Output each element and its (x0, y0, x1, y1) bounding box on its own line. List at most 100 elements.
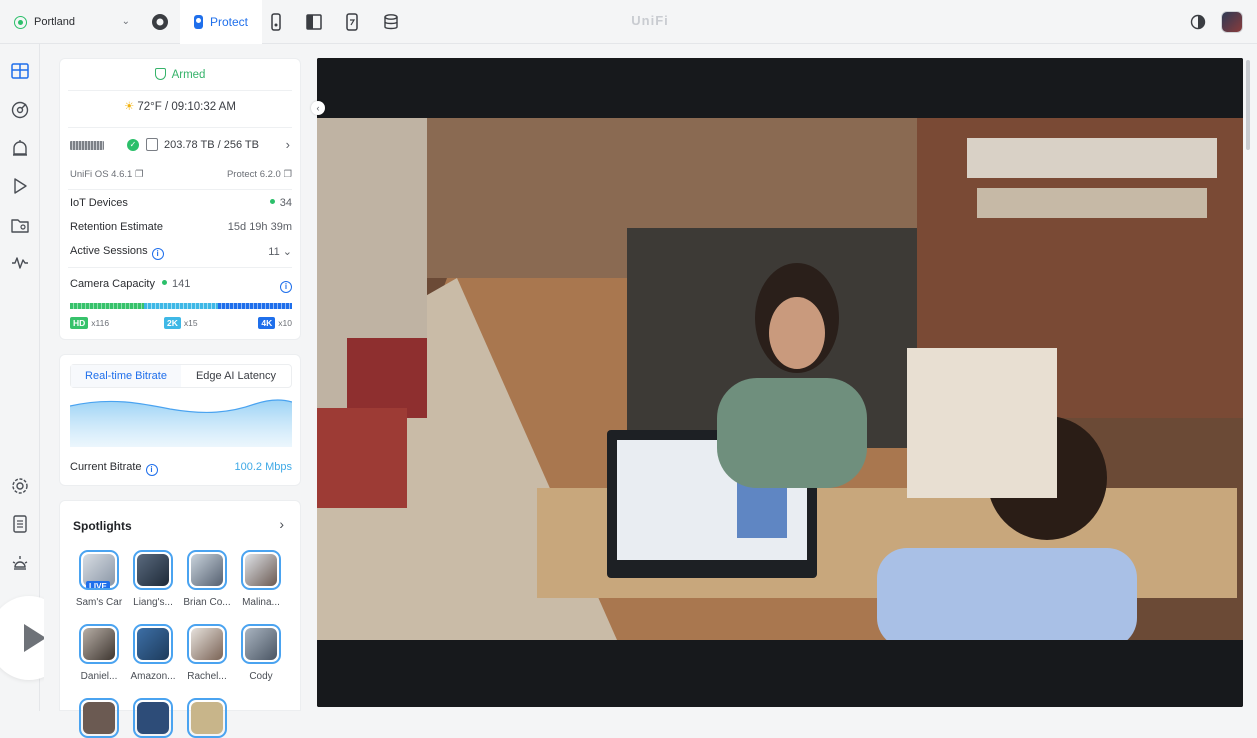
store-scene-image (317, 58, 1243, 707)
spotlight-thumb[interactable] (133, 624, 173, 664)
light-icon[interactable] (9, 552, 31, 574)
hd-badge: HD (70, 317, 89, 329)
spotlight-thumb[interactable] (79, 624, 119, 664)
info-icon[interactable]: i (151, 248, 164, 260)
spotlight-label: Cody (249, 671, 273, 682)
weather-text: 72°F / 09:10:32 AM (137, 101, 236, 113)
spotlight-thumb[interactable] (241, 550, 281, 590)
capacity-bar-2k (144, 303, 218, 309)
logs-icon[interactable] (9, 513, 31, 535)
chevron-down-icon: ⌄ (282, 246, 292, 258)
tab-edge-ai-latency[interactable]: Edge AI Latency (181, 365, 291, 387)
info-icon[interactable]: i (280, 281, 292, 293)
current-bitrate-row: Current Bitrate i 100.2 Mbps (70, 461, 292, 476)
spotlight-thumb[interactable] (133, 698, 173, 738)
spotlight-thumb[interactable] (79, 698, 119, 738)
spotlight-label: Malina... (242, 597, 280, 608)
disk-icon (146, 138, 158, 151)
panel-icon[interactable] (300, 8, 328, 36)
tab-protect-label: Protect (209, 15, 248, 29)
2k-badge: 2K (164, 317, 181, 329)
alarm-icon[interactable] (9, 137, 31, 159)
iot-devices-row: IoT Devices 34 (70, 197, 292, 209)
retention-label: Retention Estimate (70, 221, 163, 233)
scrollbar[interactable] (1246, 60, 1250, 150)
2k-count: x15 (183, 318, 198, 328)
spotlight-thumb[interactable] (241, 624, 281, 664)
camera-capacity-label: Camera Capacity (70, 278, 155, 290)
spotlight-label: Amazon... (130, 671, 176, 682)
live-badge: LIVE (86, 581, 110, 588)
storage-usage: 203.78 TB / 256 TB (164, 139, 259, 151)
online-status-icon (14, 15, 27, 29)
shield-icon (154, 68, 166, 80)
detections-icon[interactable] (9, 99, 31, 121)
divider (68, 189, 292, 190)
armed-status[interactable]: Armed (60, 68, 300, 81)
activity-icon[interactable] (9, 252, 31, 274)
top-bar: Portland ⌄ Protect UniFi (0, 0, 1257, 44)
capacity-bar-hd (70, 303, 144, 309)
site-selector[interactable]: Portland ⌄ (6, 3, 140, 41)
brand-logo: UniFi (631, 13, 669, 28)
tab-realtime-bitrate[interactable]: Real-time Bitrate (71, 365, 181, 387)
retention-row: Retention Estimate 15d 19h 39m (70, 221, 292, 233)
active-sessions-row[interactable]: Active Sessions i 11 ⌄ (70, 245, 292, 260)
sun-icon: ☀ (124, 101, 135, 113)
camera-capacity-value: 141 (172, 278, 191, 290)
spotlight-thumb[interactable] (187, 550, 227, 590)
theme-toggle-icon[interactable] (1184, 8, 1212, 36)
bitrate-card: Real-time Bitrate Edge AI Latency Curren… (59, 354, 301, 486)
spotlight-thumb[interactable] (187, 698, 227, 738)
spotlights-card: Spotlights › LIVE Sam's Car Liang's... B… (59, 500, 301, 738)
chevron-right-icon: › (285, 137, 290, 152)
spotlight-label: Brian Co... (183, 597, 231, 608)
weather-time: ☀ 72°F / 09:10:32 AM (60, 99, 300, 113)
spotlight-label: Rachel... (187, 671, 227, 682)
capacity-bar (70, 303, 292, 309)
check-icon: ✓ (127, 139, 139, 151)
iot-devices-label: IoT Devices (70, 197, 128, 209)
4k-count: x10 (278, 318, 292, 328)
capacity-legend: HD x116 2K x15 4K x10 (70, 317, 292, 331)
armed-label: Armed (171, 69, 206, 81)
collapse-panel-button[interactable]: ‹ (311, 101, 325, 115)
info-icon[interactable]: i (145, 464, 158, 476)
divider (68, 127, 292, 128)
camera-capacity-row: Camera Capacity 141 i (70, 278, 292, 293)
bitrate-tabs: Real-time Bitrate Edge AI Latency (70, 364, 292, 388)
dashboard-icon[interactable] (9, 60, 31, 82)
spotlights-title: Spotlights (73, 519, 132, 533)
tab-protect[interactable]: Protect (180, 0, 262, 44)
os-version: UniFi OS 4.6.1 (70, 169, 133, 180)
circle-record-icon[interactable] (146, 8, 174, 36)
folder-icon[interactable] (9, 214, 31, 236)
settings-icon[interactable] (9, 475, 31, 497)
sensor-icon[interactable] (338, 8, 366, 36)
play-icon[interactable] (9, 175, 31, 197)
spotlight-label: Liang's... (133, 597, 173, 608)
retention-value: 15d 19h 39m (227, 221, 292, 233)
user-avatar[interactable] (1221, 11, 1243, 33)
doorbell-icon[interactable] (262, 8, 290, 36)
online-dot-icon (269, 199, 275, 204)
spotlight-label: Sam's Car (75, 597, 123, 608)
spotlight-thumb[interactable] (133, 550, 173, 590)
spotlight-label: Daniel... (80, 671, 118, 682)
play-icon (24, 624, 46, 652)
capacity-bar-4k (218, 303, 292, 309)
hdd-icon (70, 141, 104, 150)
chevron-right-icon[interactable]: › (279, 516, 284, 532)
side-panel: Armed ☀ 72°F / 09:10:32 AM ✓ 203.78 TB / … (44, 44, 314, 738)
bitrate-chart (70, 399, 292, 447)
copy-icon[interactable]: ❐ (135, 169, 144, 180)
storage-row[interactable]: ✓ 203.78 TB / 256 TB › (70, 137, 292, 155)
database-icon[interactable] (377, 8, 405, 36)
active-sessions-value: 11 (268, 246, 280, 258)
spotlight-thumb[interactable]: LIVE (79, 550, 119, 590)
copy-icon[interactable]: ❐ (283, 169, 292, 180)
camera-pin-icon (193, 15, 203, 29)
spotlight-thumb[interactable] (187, 624, 227, 664)
iot-devices-value: 34 (279, 197, 292, 209)
camera-video-feed[interactable] (317, 58, 1243, 707)
